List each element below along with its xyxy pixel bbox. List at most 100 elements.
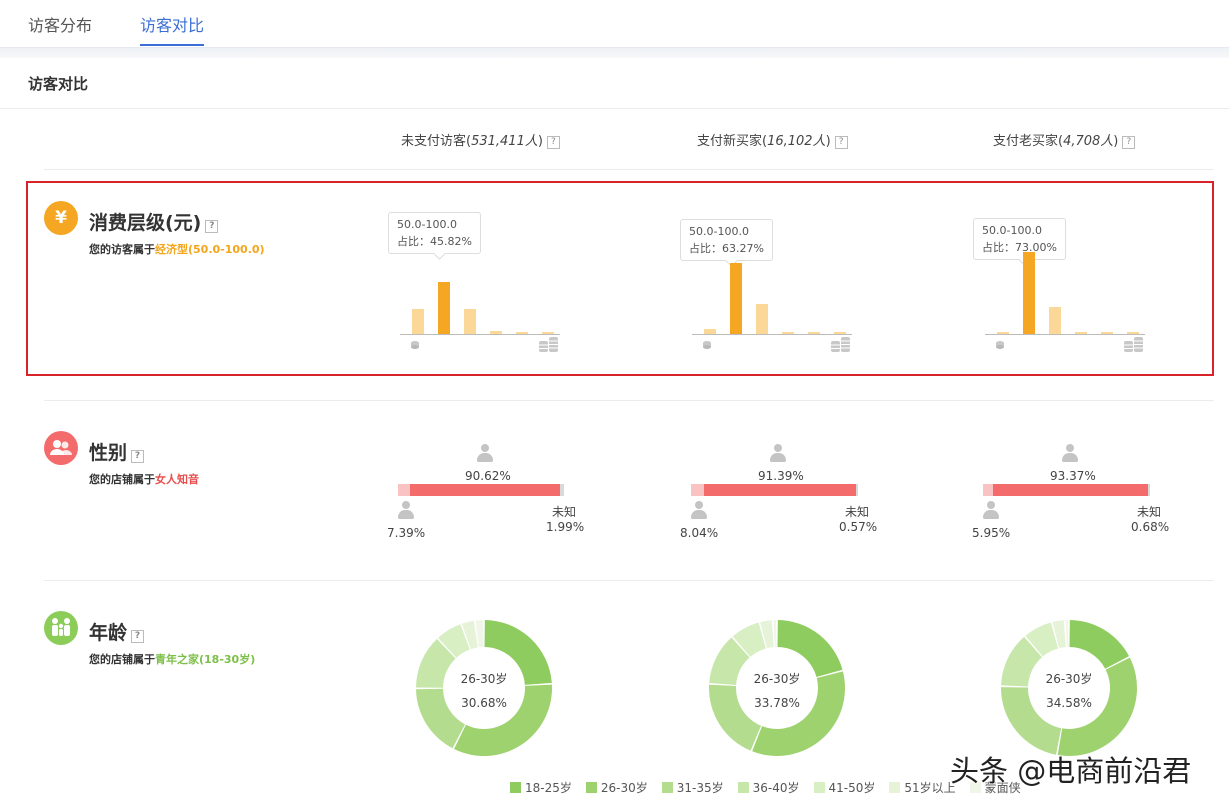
- coin-high-icon: [538, 335, 560, 356]
- help-icon[interactable]: ?: [546, 136, 560, 149]
- legend-label: 31-35岁: [676, 781, 724, 795]
- tab-bar: 访客分布 访客对比: [0, 0, 1229, 48]
- legend-item[interactable]: 36-40岁: [737, 779, 800, 796]
- male-bar[interactable]: [691, 484, 704, 496]
- legend-label: 36-40岁: [752, 781, 800, 795]
- legend-label: 26-30岁: [600, 781, 648, 795]
- age-donut-center: 26-30岁 30.68%: [460, 672, 508, 710]
- legend-item[interactable]: 18-25岁: [510, 779, 572, 796]
- legend-item[interactable]: 31-35岁: [661, 779, 724, 796]
- unknown-bar[interactable]: [1148, 484, 1150, 496]
- tab-visitor-distribution[interactable]: 访客分布: [28, 12, 92, 36]
- female-icon: [769, 444, 787, 464]
- consumption-title: 消费层级(元)?: [89, 208, 219, 235]
- yen-icon: ¥: [44, 201, 78, 235]
- female-percent: 91.39%: [758, 469, 804, 483]
- coin-high-icon: [1123, 335, 1145, 356]
- legend-item[interactable]: 26-30岁: [585, 779, 648, 796]
- legend-swatch: [813, 782, 825, 793]
- help-icon[interactable]: ?: [131, 630, 145, 643]
- consumption-bar[interactable]: [412, 309, 424, 334]
- consumption-axis: [692, 334, 852, 335]
- legend-label: 51岁以上: [904, 781, 956, 795]
- unknown-label: 未知: [845, 505, 870, 519]
- section-title: 访客对比: [28, 75, 89, 93]
- unknown-bar[interactable]: [856, 484, 858, 496]
- age-slice-6[interactable]: [773, 620, 777, 648]
- consumption-chart: 50.0-100.0 占比：73.00%: [973, 210, 1153, 360]
- consumption-bar[interactable]: [1127, 332, 1139, 334]
- male-icon: [982, 501, 1000, 521]
- consumption-bar[interactable]: [516, 332, 528, 334]
- consumption-desc: 您的访客属于经济型(50.0-100.0): [89, 243, 265, 256]
- help-icon[interactable]: ?: [205, 220, 219, 233]
- legend-label: 18-25岁: [525, 781, 572, 795]
- help-icon[interactable]: ?: [834, 136, 848, 149]
- age-donut-center: 26-30岁 34.58%: [1045, 672, 1093, 710]
- unknown-bar[interactable]: [560, 484, 564, 496]
- consumption-bar[interactable]: [490, 331, 502, 334]
- male-icon: [690, 501, 708, 521]
- consumption-tooltip: 50.0-100.0 占比：73.00%: [973, 218, 1066, 260]
- consumption-bar[interactable]: [542, 332, 554, 334]
- consumption-chart: 50.0-100.0 占比：45.82%: [388, 210, 568, 360]
- legend-item[interactable]: 41-50岁: [813, 779, 876, 796]
- family-icon: [44, 611, 78, 645]
- female-bar[interactable]: [993, 484, 1148, 496]
- active-tab-indicator: [140, 44, 204, 46]
- male-percent: 5.95%: [972, 526, 1011, 540]
- row-divider: [44, 400, 1214, 401]
- column-header-old-buyer: 支付老买家(4,708人)?: [993, 130, 1136, 149]
- consumption-tooltip: 50.0-100.0 占比：63.27%: [680, 219, 773, 261]
- female-bar[interactable]: [410, 484, 560, 496]
- consumption-bar[interactable]: [997, 332, 1009, 334]
- consumption-bar[interactable]: [808, 332, 820, 334]
- consumption-bar[interactable]: [1101, 332, 1113, 334]
- tab-shadow: [0, 48, 1229, 58]
- coin-low-icon: [702, 340, 712, 353]
- female-percent: 93.37%: [1050, 469, 1096, 483]
- female-icon: [1061, 444, 1079, 464]
- male-bar[interactable]: [398, 484, 410, 496]
- help-icon[interactable]: ?: [131, 450, 145, 463]
- legend-swatch: [585, 782, 597, 793]
- users-icon: [44, 431, 78, 465]
- female-bar[interactable]: [704, 484, 856, 496]
- consumption-bar[interactable]: [1075, 332, 1087, 334]
- consumption-bar[interactable]: [1049, 307, 1061, 334]
- consumption-bar[interactable]: [464, 309, 476, 334]
- male-icon: [397, 501, 415, 521]
- coin-high-icon: [830, 335, 852, 356]
- age-title: 年龄?: [89, 618, 145, 645]
- consumption-bar[interactable]: [730, 263, 742, 334]
- consumption-axis: [985, 334, 1145, 335]
- consumption-tooltip: 50.0-100.0 占比：45.82%: [388, 212, 481, 254]
- consumption-bar[interactable]: [1023, 252, 1035, 334]
- unknown-percent: 0.68%: [1131, 520, 1170, 534]
- unknown-percent: 0.57%: [839, 520, 878, 534]
- consumption-bar[interactable]: [704, 329, 716, 334]
- legend-swatch: [661, 782, 673, 793]
- age-slice-0[interactable]: [1069, 620, 1130, 669]
- age-desc: 您的店铺属于青年之家(18-30岁): [89, 653, 256, 666]
- legend-item[interactable]: 51岁以上: [889, 779, 956, 796]
- consumption-bar[interactable]: [834, 332, 846, 334]
- age-donut-center: 26-30岁 33.78%: [753, 672, 801, 710]
- legend-swatch: [510, 782, 521, 793]
- legend-label: 41-50岁: [828, 781, 876, 795]
- coin-low-icon: [410, 340, 420, 353]
- tab-visitor-comparison[interactable]: 访客对比: [140, 12, 204, 36]
- age-slice-6[interactable]: [1065, 620, 1069, 648]
- header-divider: [44, 169, 1214, 170]
- legend-swatch: [737, 782, 749, 793]
- consumption-bar[interactable]: [756, 304, 768, 334]
- female-percent: 90.62%: [465, 469, 511, 483]
- male-percent: 8.04%: [680, 526, 719, 540]
- consumption-axis: [400, 334, 560, 335]
- watermark: 头条 @电商前沿君: [950, 754, 1192, 788]
- consumption-bar[interactable]: [782, 332, 794, 334]
- male-bar[interactable]: [983, 484, 993, 496]
- coin-low-icon: [995, 340, 1005, 353]
- help-icon[interactable]: ?: [1122, 136, 1136, 149]
- consumption-bar[interactable]: [438, 282, 450, 334]
